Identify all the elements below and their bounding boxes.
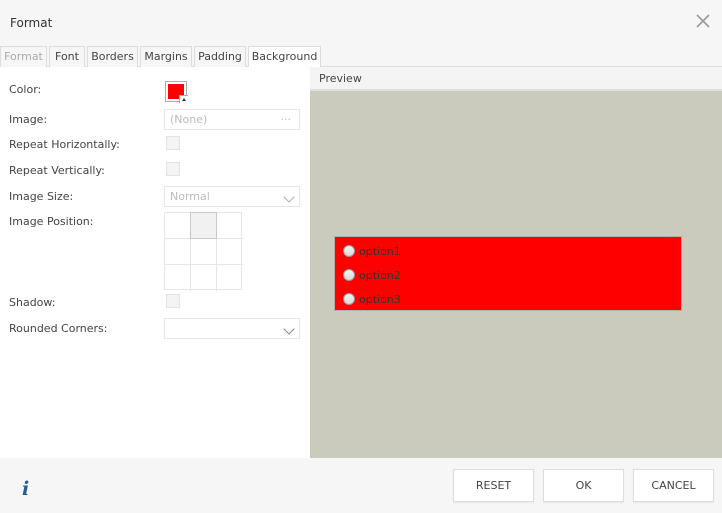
tab-padding[interactable]: Padding [194, 46, 246, 67]
repeat-horizontally-label: Repeat Horizontally: [9, 138, 120, 151]
repeat-vertically-label: Repeat Vertically: [9, 164, 105, 177]
shadow-checkbox [166, 294, 180, 308]
tab-margins[interactable]: Margins [140, 46, 192, 67]
position-bottom-right [217, 265, 243, 291]
position-top-right [217, 213, 243, 239]
dialog-title: Format [10, 16, 53, 30]
chevron-down-icon [283, 191, 295, 203]
image-position-label: Image Position: [9, 215, 94, 228]
reset-button[interactable]: RESET [453, 469, 534, 502]
tab-font[interactable]: Font [49, 46, 85, 67]
color-label: Color: [9, 83, 42, 96]
shadow-label: Shadow: [9, 296, 56, 309]
color-dropdown-icon [179, 95, 188, 103]
option-label: option2 [359, 268, 401, 282]
dialog-footer: i RESET OK CANCEL [0, 458, 722, 513]
tab-bar: Format Font Borders Margins Padding Back… [0, 46, 722, 68]
tab-background[interactable]: Background [248, 46, 321, 68]
chevron-down-icon [283, 323, 295, 335]
option-label: option3 [359, 292, 401, 306]
repeat-horizontally-checkbox [166, 136, 180, 150]
info-icon[interactable]: i [22, 478, 29, 500]
position-bottom-left [165, 265, 191, 291]
preview-panel: Preview option1 option2 option3 [310, 67, 722, 458]
radio-icon [343, 293, 355, 305]
repeat-vertically-checkbox [166, 162, 180, 176]
position-top-center [190, 212, 217, 239]
radio-icon [343, 269, 355, 281]
option-label: option1 [359, 244, 401, 258]
image-size-label: Image Size: [9, 190, 74, 203]
cancel-button[interactable]: CANCEL [633, 469, 714, 502]
preview-title: Preview [310, 67, 722, 91]
preview-option-1[interactable]: option1 [343, 243, 401, 259]
image-field: (None) ··· [164, 109, 300, 130]
image-label: Image: [9, 113, 48, 126]
image-value: (None) [170, 113, 208, 126]
tab-format[interactable]: Format [0, 46, 47, 67]
radio-icon [343, 245, 355, 257]
image-size-select: Normal [164, 186, 300, 207]
position-middle-right [217, 239, 243, 265]
preview-radio-group: option1 option2 option3 [334, 236, 682, 311]
format-dialog: Format Format Font Borders Margins Paddi… [0, 0, 722, 513]
close-icon[interactable] [694, 12, 712, 30]
dialog-header: Format [0, 0, 722, 46]
preview-option-2[interactable]: option2 [343, 267, 401, 283]
position-top-left [165, 213, 191, 239]
position-middle-left [165, 239, 191, 265]
preview-option-3[interactable]: option3 [343, 291, 401, 307]
color-picker[interactable] [165, 81, 188, 103]
image-position-grid [164, 212, 243, 291]
position-middle-center [191, 239, 217, 265]
ok-button[interactable]: OK [543, 469, 624, 502]
tab-borders[interactable]: Borders [87, 46, 138, 67]
rounded-corners-label: Rounded Corners: [9, 322, 108, 335]
image-size-value: Normal [170, 190, 210, 203]
position-bottom-center [191, 265, 217, 291]
image-browse-button: ··· [280, 113, 292, 126]
background-form: Color: Image: (None) ··· Repeat Horizont… [0, 67, 310, 458]
rounded-corners-select[interactable] [164, 318, 300, 339]
